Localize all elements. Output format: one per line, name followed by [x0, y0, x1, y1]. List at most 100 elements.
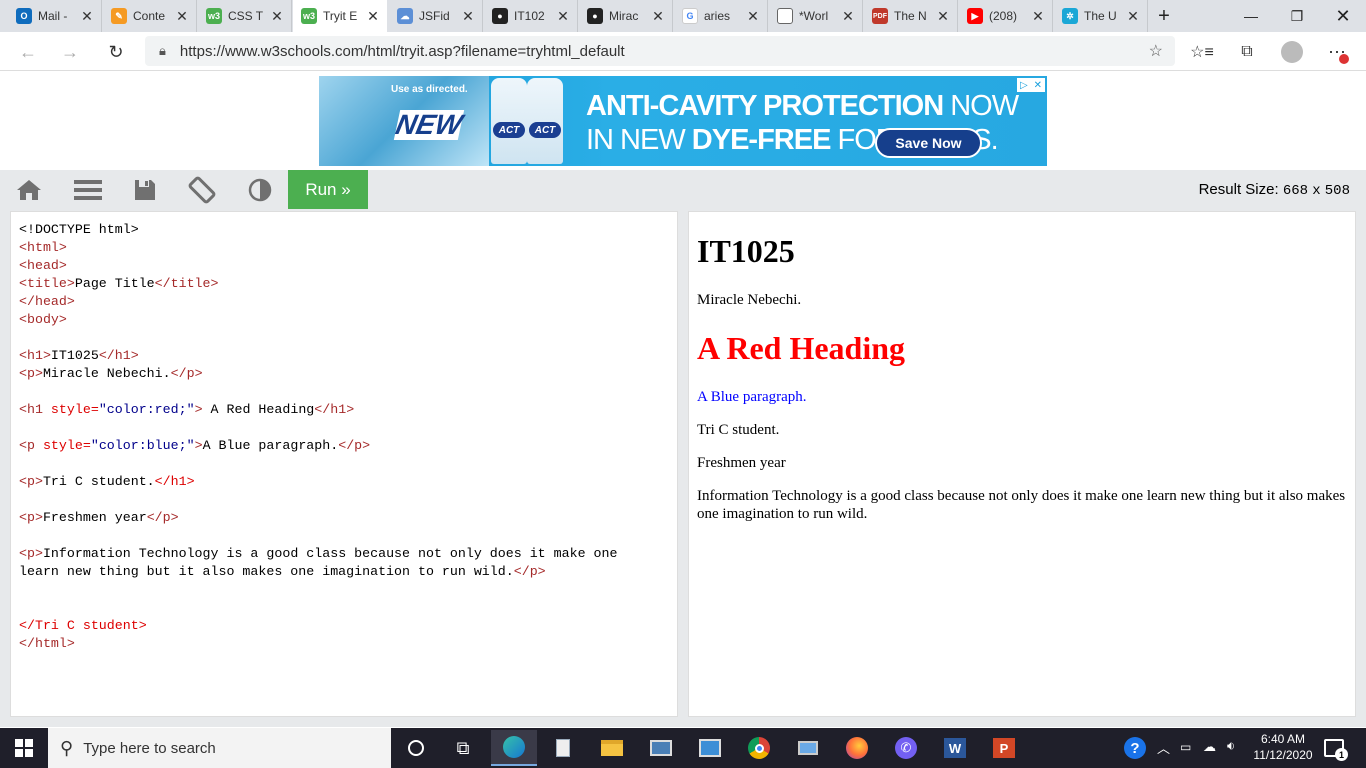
tab-content[interactable]: ✎ Conte ✕: [103, 0, 197, 32]
close-icon[interactable]: ✕: [174, 8, 190, 25]
close-icon[interactable]: ✕: [79, 8, 95, 25]
tab-github-it[interactable]: ● IT102 ✕: [484, 0, 578, 32]
code-token: Tri C student.: [42, 474, 155, 489]
pdf-icon: PDF: [872, 8, 888, 24]
save-icon[interactable]: [120, 170, 170, 210]
control-panel-icon[interactable]: [687, 730, 733, 766]
tab-google-aries[interactable]: G aries ✕: [674, 0, 768, 32]
tab-css[interactable]: w3 CSS T ✕: [198, 0, 292, 32]
close-icon[interactable]: ✕: [365, 8, 381, 25]
photos-icon[interactable]: [638, 730, 684, 766]
ad-headline-1: ANTI-CAVITY PROTECTION NOW: [586, 90, 1019, 123]
tab-label: The N: [894, 9, 927, 23]
chrome-icon[interactable]: [736, 730, 782, 766]
code-line: <p>Miracle Nebechi.</p>: [19, 366, 203, 381]
minimize-button[interactable]: —: [1228, 0, 1274, 32]
close-icon[interactable]: ✕: [1030, 8, 1046, 25]
code-token: <p>: [19, 366, 43, 381]
code-line: <p>Information Technology is a good clas…: [19, 546, 617, 561]
ad-headline-bold: ANTI-CAVITY PROTECTION: [586, 90, 944, 122]
close-icon[interactable]: ✕: [935, 8, 951, 25]
code-line: <p>Freshmen year</p>: [19, 510, 179, 525]
maximize-button[interactable]: ❐: [1274, 0, 1320, 32]
save-now-button[interactable]: Save Now: [875, 128, 982, 158]
tab-jsfiddle[interactable]: ☁ JSFid ✕: [389, 0, 483, 32]
tab-the-u[interactable]: ✲ The U ✕: [1054, 0, 1148, 32]
forward-arrow-icon[interactable]: →: [56, 38, 84, 66]
help-icon[interactable]: ?: [1124, 737, 1146, 759]
viber-icon[interactable]: ✆: [883, 730, 929, 766]
code-line: <head>: [19, 258, 67, 273]
mouthwash-bottle-image: ACT: [527, 78, 563, 164]
result-blue-paragraph: A Blue paragraph.: [697, 389, 807, 405]
code-token: <title>: [19, 276, 75, 291]
adchoices-icon[interactable]: ▷ ✕: [1017, 78, 1045, 92]
tab-label: IT102: [514, 9, 545, 23]
system-clock[interactable]: 6:40 AM 11/12/2020: [1248, 731, 1318, 763]
code-editor[interactable]: <!DOCTYPE html> <html> <head> <title>Pag…: [10, 211, 678, 717]
advertisement-banner[interactable]: Use as directed. NEW ACT ACT ANTI-CAVITY…: [319, 76, 1047, 166]
back-arrow-icon[interactable]: ←: [14, 38, 42, 66]
home-icon[interactable]: [4, 170, 54, 210]
favorite-star-icon[interactable]: ☆: [1149, 41, 1163, 61]
remote-desktop-icon[interactable]: [785, 730, 831, 766]
rotate-orientation-icon[interactable]: [177, 170, 227, 210]
result-preview[interactable]: IT1025 Miracle Nebechi. A Red Heading A …: [688, 211, 1356, 717]
code-line: <h1 style="color:red;"> A Red Heading</h…: [19, 402, 354, 417]
ad-headline-rest: NOW: [943, 90, 1019, 122]
code-token: </p>: [170, 366, 203, 381]
windows-start-icon[interactable]: [0, 728, 48, 768]
result-heading: IT1025: [697, 233, 795, 269]
collections-icon[interactable]: ⧉: [1233, 38, 1261, 66]
word-icon[interactable]: W: [932, 730, 978, 766]
address-bar[interactable]: 🔒︎ https://www.w3schools.com/html/tryit.…: [145, 36, 1175, 66]
code-token: </h1>: [314, 402, 355, 417]
code-line: <body>: [19, 312, 67, 327]
menu-icon[interactable]: [63, 170, 113, 210]
close-icon[interactable]: ✕: [269, 8, 285, 25]
close-icon[interactable]: ✕: [650, 8, 666, 25]
tab-word[interactable]: *Worl ✕: [769, 0, 863, 32]
ad-disclaimer: Use as directed.: [391, 84, 468, 95]
close-icon[interactable]: ✕: [1125, 8, 1141, 25]
powerpoint-icon[interactable]: P: [981, 730, 1027, 766]
tab-tryit[interactable]: w3 Tryit E ✕: [293, 0, 387, 32]
battery-icon[interactable]: ▭: [1180, 740, 1191, 754]
notepad-icon[interactable]: [540, 730, 586, 766]
firefox-icon[interactable]: [834, 730, 880, 766]
theme-toggle-icon[interactable]: [235, 170, 285, 210]
tab-youtube[interactable]: ▶ (208) ✕: [959, 0, 1053, 32]
more-menu-icon[interactable]: ⋯: [1323, 38, 1351, 66]
tab-pdf[interactable]: PDF The N ✕: [864, 0, 958, 32]
notification-center-icon[interactable]: 1: [1324, 739, 1348, 761]
taskbar-search-input[interactable]: ⚲ Type here to search: [48, 728, 391, 768]
cortana-icon[interactable]: [393, 730, 439, 766]
close-icon[interactable]: ✕: [840, 8, 856, 25]
code-token: Page Title: [74, 276, 155, 291]
tab-mail[interactable]: O Mail - ✕: [8, 0, 102, 32]
edge-icon[interactable]: [491, 730, 537, 766]
run-button[interactable]: Run »: [288, 170, 368, 209]
new-tab-button[interactable]: +: [1150, 0, 1178, 32]
volume-icon[interactable]: 🔉︎: [1227, 738, 1235, 754]
chevron-up-icon[interactable]: ︿: [1157, 738, 1170, 757]
code-token: </h1>: [98, 348, 139, 363]
close-window-button[interactable]: ✕: [1320, 0, 1366, 32]
result-paragraph: Miracle Nebechi.: [697, 292, 802, 308]
result-height: 508: [1324, 183, 1350, 199]
tab-label: Mirac: [609, 9, 639, 23]
profile-avatar[interactable]: [1278, 38, 1306, 66]
refresh-icon[interactable]: ↻: [102, 38, 130, 66]
favorites-icon[interactable]: ☆≡: [1188, 38, 1216, 66]
result-width: 668: [1282, 183, 1309, 199]
tryit-toolbar: [0, 170, 1366, 210]
network-icon[interactable]: ☁: [1203, 739, 1216, 755]
close-icon[interactable]: ✕: [745, 8, 761, 25]
tab-github-miracle[interactable]: ● Mirac ✕: [579, 0, 673, 32]
file-explorer-icon[interactable]: [589, 730, 635, 766]
code-line: <p style="color:blue;">A Blue paragraph.…: [19, 438, 370, 453]
task-view-icon[interactable]: ⧉: [440, 730, 486, 766]
close-icon[interactable]: ✕: [460, 8, 476, 25]
close-icon[interactable]: ✕: [555, 8, 571, 25]
github-icon: ●: [587, 8, 603, 24]
